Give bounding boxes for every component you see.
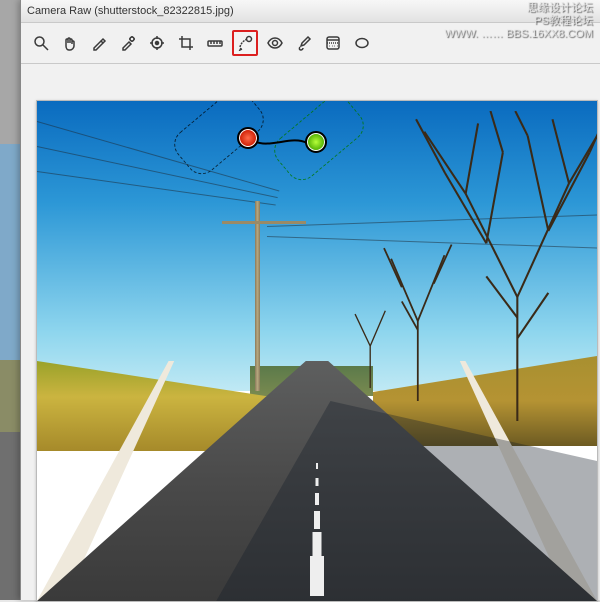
eye-icon <box>267 35 283 51</box>
radial-filter-tool[interactable] <box>350 31 374 55</box>
hand-tool[interactable] <box>58 31 82 55</box>
zoom-tool[interactable] <box>29 31 53 55</box>
spot-pin-destination[interactable] <box>305 131 327 153</box>
watermark-line: 思缘设计论坛 <box>444 2 593 15</box>
hand-icon <box>62 35 78 51</box>
watermark: 思缘设计论坛 PS教程论坛 WWW. …… BBS.16XX8.COM <box>444 2 593 41</box>
graduated-filter-tool[interactable] <box>321 31 345 55</box>
spot-removal-tool[interactable] <box>232 30 258 56</box>
eyedropper-icon <box>91 35 107 51</box>
camera-raw-window: Camera Raw (shutterstock_82322815.jpg) 思… <box>20 0 600 600</box>
adjustment-brush-tool[interactable] <box>292 31 316 55</box>
brush-icon <box>296 35 312 51</box>
lane-markings <box>37 361 597 601</box>
straighten-tool[interactable] <box>203 31 227 55</box>
target-adjust-icon <box>149 35 165 51</box>
preview-canvas[interactable] <box>36 100 598 602</box>
photo-preview <box>37 101 597 601</box>
targeted-adjustment-tool[interactable] <box>145 31 169 55</box>
red-eye-tool[interactable] <box>263 31 287 55</box>
radial-icon <box>354 35 370 51</box>
spot-pin-source[interactable] <box>237 127 259 149</box>
pole-crossarm <box>222 221 306 224</box>
straighten-icon <box>207 35 223 51</box>
crop-icon <box>178 35 194 51</box>
gradient-icon <box>325 35 341 51</box>
watermark-line: PS教程论坛 <box>444 15 593 28</box>
window-title: Camera Raw (shutterstock_82322815.jpg) <box>27 5 234 17</box>
background-sliver <box>0 0 20 600</box>
magnifier-icon <box>33 35 49 51</box>
white-balance-tool[interactable] <box>87 31 111 55</box>
spot-link <box>251 137 309 147</box>
crop-tool[interactable] <box>174 31 198 55</box>
watermark-line: WWW. …… BBS.16XX8.COM <box>444 28 593 41</box>
color-sampler-tool[interactable] <box>116 31 140 55</box>
spot-removal-icon <box>237 35 253 51</box>
color-sampler-icon <box>120 35 136 51</box>
